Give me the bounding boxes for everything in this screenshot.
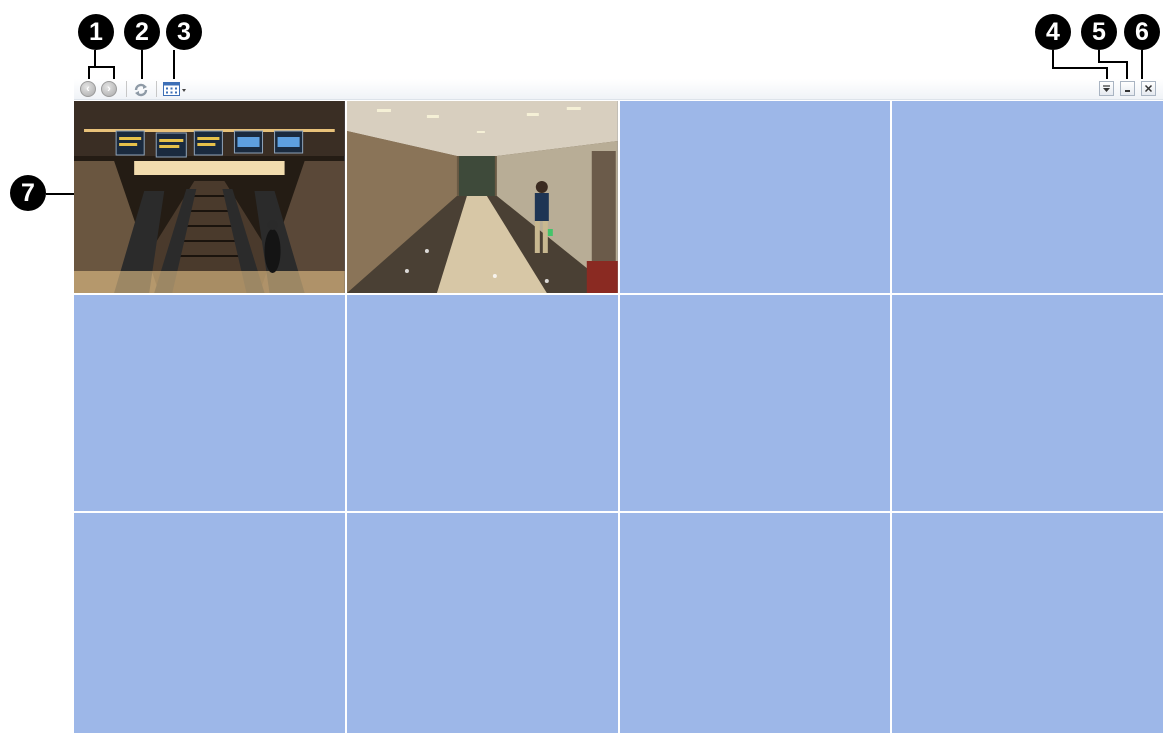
video-cell-empty[interactable]	[74, 513, 345, 733]
camera-feed-escalators	[74, 101, 345, 293]
toolbar-separator	[126, 81, 127, 97]
video-cell-empty[interactable]	[892, 513, 1163, 733]
video-cell-empty[interactable]	[619, 513, 891, 733]
leader-line-2	[141, 50, 143, 81]
leader-line-5	[1126, 61, 1128, 81]
video-cell-empty[interactable]	[346, 513, 618, 733]
close-icon[interactable]	[1141, 81, 1156, 96]
leader-line-1	[88, 66, 115, 68]
layout-grid-icon[interactable]	[162, 80, 188, 98]
callout-5: 5	[1081, 14, 1117, 50]
leader-line-5	[1098, 61, 1128, 63]
callout-2: 2	[124, 14, 160, 50]
callout-1: 1	[78, 14, 114, 50]
forward-arrow-icon[interactable]: ›	[101, 81, 117, 97]
camera-feed-corridor	[346, 101, 618, 293]
leader-line-1	[94, 50, 96, 67]
dropdown-menu-icon[interactable]	[1099, 81, 1114, 96]
video-cell-empty[interactable]	[619, 101, 891, 293]
callout-7: 7	[10, 175, 46, 211]
callout-3: 3	[166, 14, 202, 50]
back-arrow-icon[interactable]: ‹	[80, 81, 96, 97]
callout-4: 4	[1035, 14, 1071, 50]
video-cell[interactable]	[74, 101, 345, 293]
video-cell-empty[interactable]	[619, 295, 891, 511]
viewer-toolbar: ‹ ›	[74, 79, 1163, 100]
video-cell[interactable]	[346, 101, 618, 293]
leader-line-6	[1141, 50, 1143, 81]
callout-6: 6	[1124, 14, 1160, 50]
leader-line-3	[173, 50, 175, 81]
refresh-icon[interactable]	[132, 81, 150, 99]
video-cell-empty[interactable]	[892, 101, 1163, 293]
video-cell-empty[interactable]	[346, 295, 618, 511]
leader-line-4	[1052, 67, 1108, 69]
video-grid	[74, 101, 1163, 733]
video-cell-empty[interactable]	[892, 295, 1163, 511]
toolbar-separator	[156, 81, 157, 97]
video-cell-empty[interactable]	[74, 295, 345, 511]
minimize-icon[interactable]	[1120, 81, 1135, 96]
